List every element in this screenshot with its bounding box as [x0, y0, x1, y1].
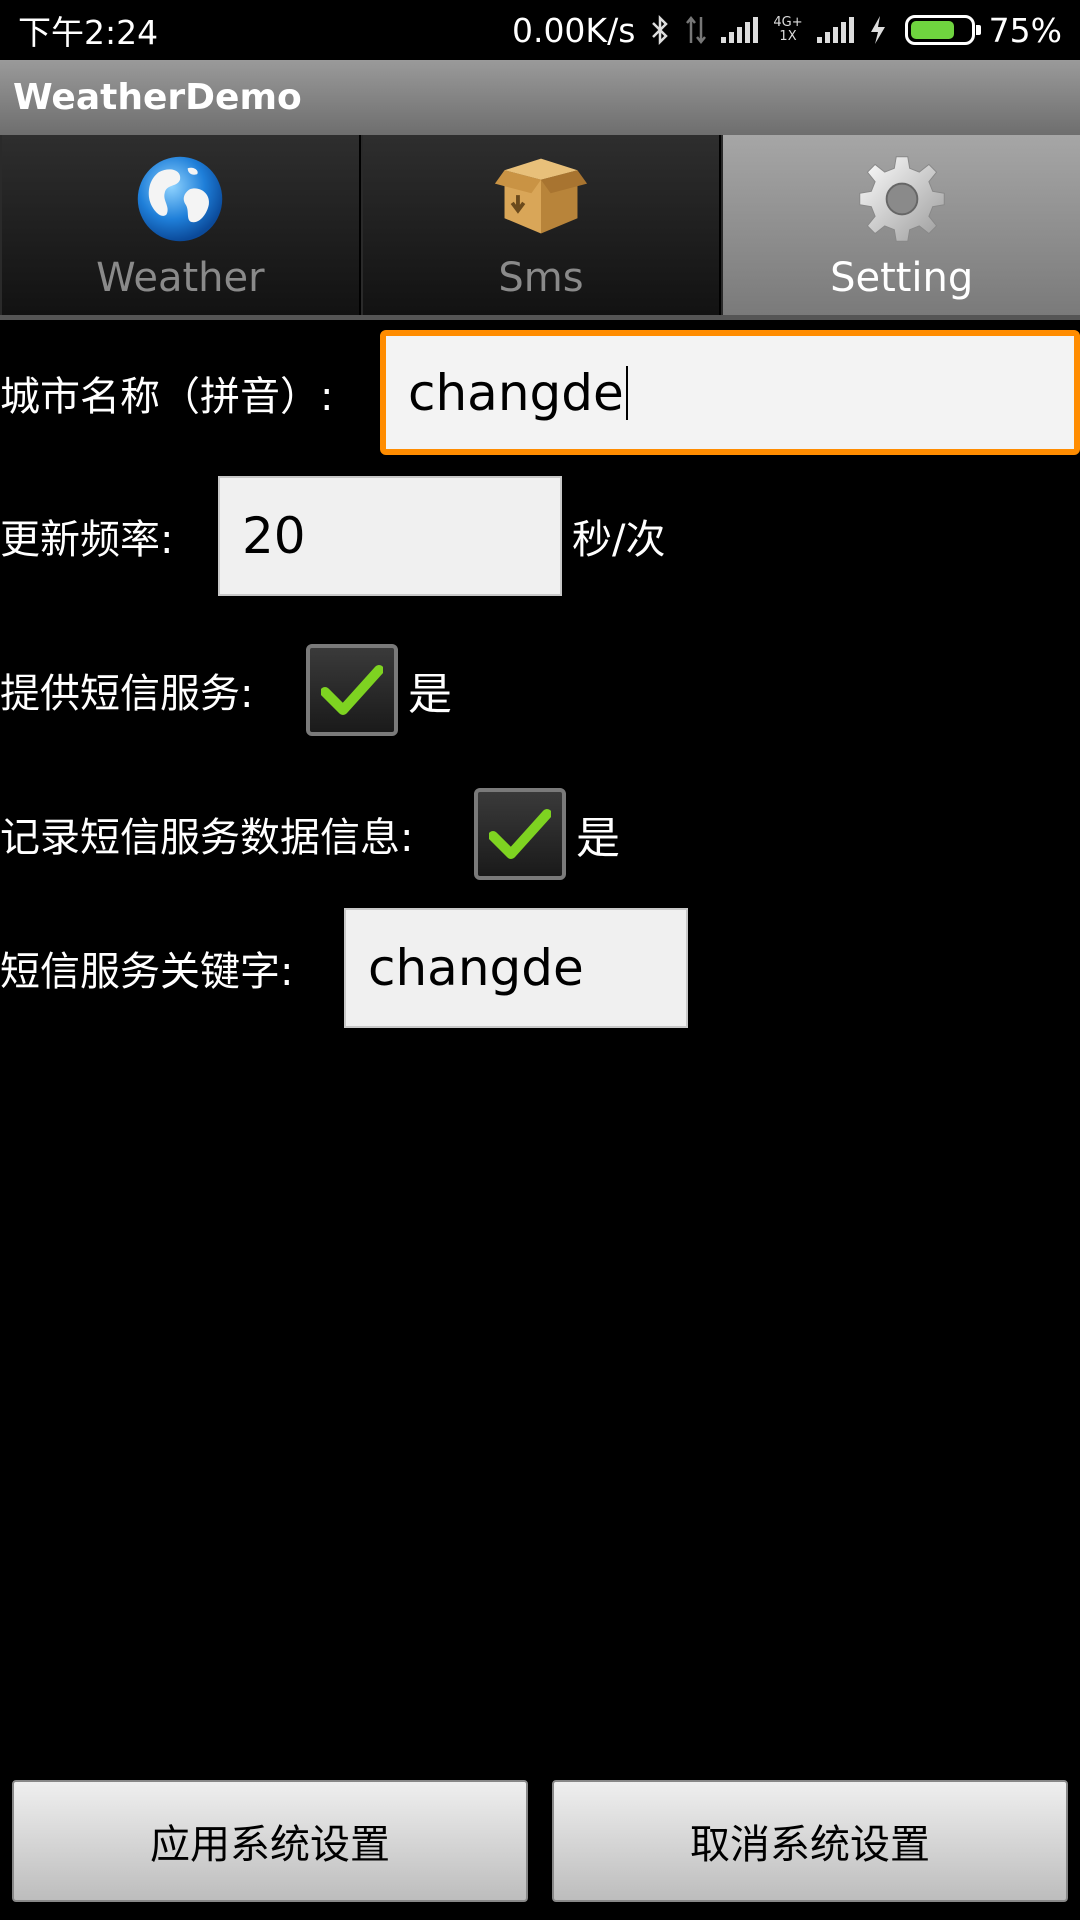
charging-bolt-icon: [869, 15, 887, 45]
apply-settings-label: 应用系统设置: [150, 1822, 390, 1868]
apply-settings-button[interactable]: 应用系统设置: [12, 1780, 528, 1902]
update-rate-label: 更新频率:: [0, 517, 174, 563]
checkmark-icon: [321, 664, 383, 715]
network-type: 4G+ 1X: [773, 16, 802, 44]
update-rate-value: 20: [242, 507, 306, 565]
tab-setting-label: Setting: [830, 255, 974, 301]
update-rate-unit: 秒/次: [572, 517, 666, 563]
sms-keyword-input[interactable]: changde: [344, 908, 688, 1028]
tab-weather-label: Weather: [96, 255, 265, 301]
status-icons: 0.00K/s 4G+ 1X 75%: [512, 11, 1062, 50]
text-caret: [625, 365, 628, 420]
signal-sim2-icon: [816, 15, 855, 45]
gear-icon: [858, 156, 945, 242]
log-sms-checkbox[interactable]: [474, 787, 566, 880]
tab-weather[interactable]: Weather: [0, 135, 361, 315]
network-type-bottom: 1X: [779, 29, 797, 44]
battery-icon: [904, 15, 981, 45]
update-rate-row: 更新频率: 20 秒/次: [0, 476, 665, 596]
network-type-top: 4G+: [773, 15, 803, 30]
tab-bar: Weather Sms Setting: [0, 135, 1080, 320]
city-input-value: changde: [408, 363, 624, 422]
battery-percent: 75%: [988, 10, 1062, 50]
log-sms-row: 记录短信服务数据信息: 是: [0, 786, 620, 881]
city-label: 城市名称（拼音）:: [0, 373, 334, 420]
sms-service-option-label: 是: [408, 668, 452, 720]
battery-fill: [910, 21, 955, 39]
sms-keyword-row: 短信服务关键字: changde: [0, 908, 688, 1028]
package-box-icon: [494, 158, 588, 234]
data-transfer-icon: [685, 15, 707, 45]
tab-setting[interactable]: Setting: [721, 135, 1080, 315]
app-title-bar: WeatherDemo: [0, 60, 1080, 135]
sms-keyword-value: changde: [368, 939, 584, 997]
checkmark-icon: [489, 808, 551, 859]
sms-service-checkbox[interactable]: [306, 643, 398, 736]
app-title: WeatherDemo: [13, 77, 302, 118]
signal-sim1-icon: [721, 15, 759, 45]
city-row: 城市名称（拼音）: changde: [0, 330, 1080, 455]
tab-sms[interactable]: Sms: [360, 135, 722, 315]
log-sms-option-label: 是: [576, 812, 620, 864]
status-bar: 下午2:24 0.00K/s 4G+ 1X 75%: [0, 0, 1080, 60]
cancel-settings-label: 取消系统设置: [690, 1822, 930, 1868]
status-time: 下午2:24: [18, 13, 159, 52]
net-speed: 0.00K/s: [511, 10, 636, 50]
city-input[interactable]: changde: [380, 330, 1080, 455]
globe-icon: [138, 156, 223, 242]
log-sms-label: 记录短信服务数据信息:: [0, 814, 414, 861]
cancel-settings-button[interactable]: 取消系统设置: [552, 1780, 1068, 1902]
update-rate-input[interactable]: 20: [218, 476, 562, 596]
tab-sms-label: Sms: [498, 255, 584, 301]
sms-service-row: 提供短信服务: 是: [0, 642, 452, 737]
bluetooth-icon: [649, 14, 671, 46]
sms-service-label: 提供短信服务:: [0, 670, 254, 717]
sms-keyword-label: 短信服务关键字:: [0, 949, 294, 995]
